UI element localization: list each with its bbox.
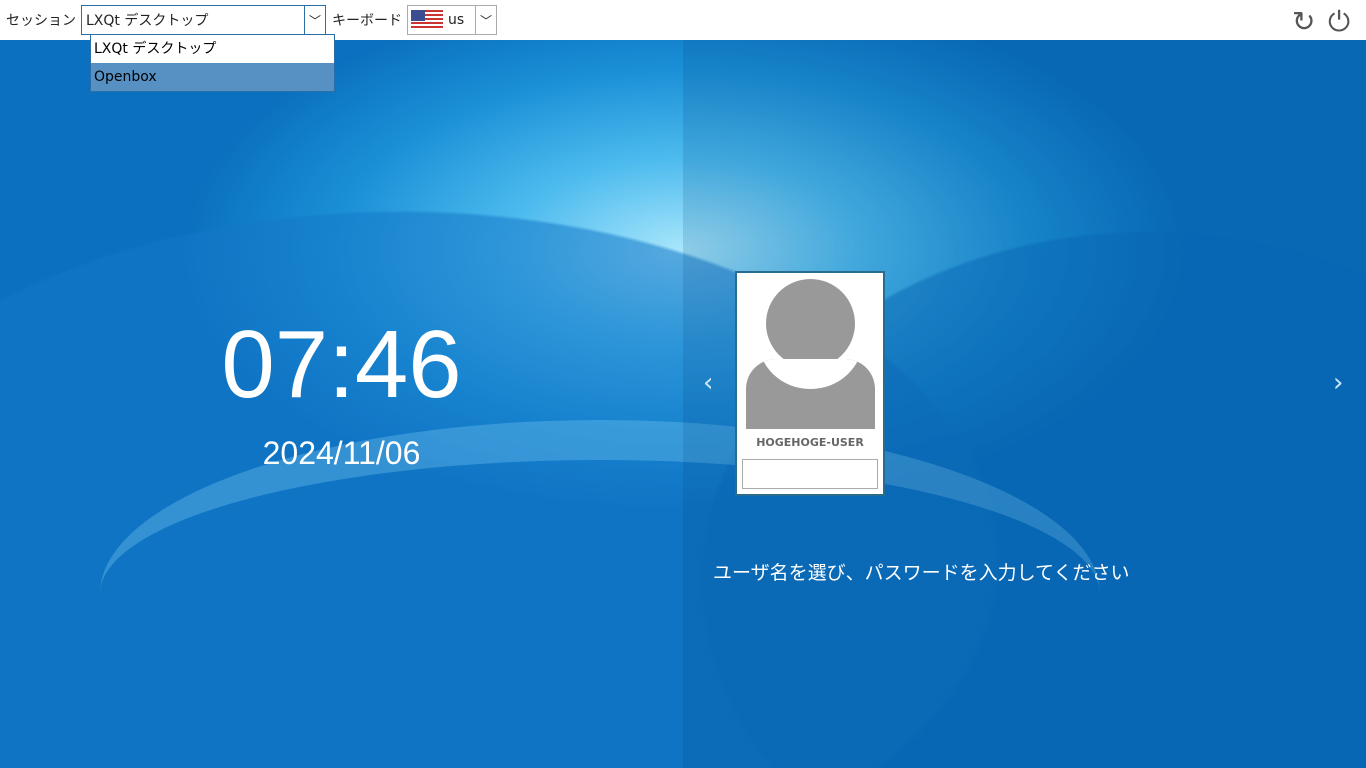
- user-name: HOGEHOGE-USER: [756, 436, 864, 449]
- session-option-openbox[interactable]: Openbox: [91, 63, 334, 91]
- chevron-down-icon[interactable]: ﹀: [475, 6, 496, 34]
- password-input[interactable]: [742, 459, 878, 489]
- session-select[interactable]: LXQt デスクトップ ﹀: [81, 5, 326, 35]
- session-option-lxqt[interactable]: LXQt デスクトップ: [91, 35, 334, 63]
- keyboard-value: us: [448, 12, 465, 28]
- prev-user-icon[interactable]: ‹: [703, 368, 713, 398]
- session-value: LXQt デスクトップ: [86, 13, 209, 29]
- clock-date: 2024/11/06: [262, 435, 421, 471]
- keyboard-label: キーボード: [332, 13, 402, 29]
- clock-time: 07:46: [221, 311, 462, 418]
- avatar-body: [746, 359, 875, 429]
- reboot-icon[interactable]: ↻: [1292, 5, 1315, 38]
- session-dropdown: LXQt デスクトップ Openbox: [90, 34, 335, 92]
- session-label: セッション: [6, 13, 76, 29]
- next-user-icon[interactable]: ›: [1333, 368, 1343, 398]
- user-card[interactable]: HOGEHOGE-USER: [735, 271, 885, 496]
- shutdown-icon[interactable]: ⏻: [1328, 5, 1350, 39]
- keyboard-select[interactable]: us ﹀: [407, 5, 497, 35]
- avatar-head: [766, 279, 855, 368]
- us-flag-icon: [411, 10, 443, 30]
- login-hint: ユーザ名を選び、パスワードを入力してください: [713, 562, 1130, 584]
- chevron-down-icon[interactable]: ﹀: [304, 6, 325, 34]
